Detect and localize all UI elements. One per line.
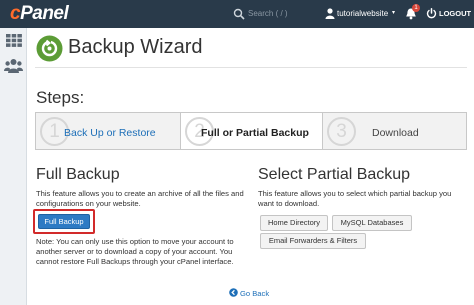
- full-backup-highlight: Full Backup: [33, 209, 95, 234]
- full-backup-button[interactable]: Full Backup: [38, 214, 90, 229]
- title-divider: [35, 67, 467, 68]
- user-icon: [325, 8, 335, 19]
- page-title: Backup Wizard: [68, 36, 203, 58]
- step-full-or-partial-backup: 2 Full or Partial Backup: [180, 113, 323, 149]
- steps-bar: 1 Back Up or Restore 2 Full or Partial B…: [35, 112, 467, 150]
- grid-icon[interactable]: [6, 34, 22, 47]
- search-input[interactable]: Search ( / ): [248, 9, 288, 18]
- step-label[interactable]: Back Up or Restore: [64, 127, 156, 139]
- logo-text: Panel: [20, 3, 69, 24]
- email-forwarders-filters-button[interactable]: Email Forwarders & Filters: [260, 233, 366, 249]
- step-back-up-or-restore[interactable]: 1 Back Up or Restore: [36, 113, 180, 149]
- backup-wizard-icon: [36, 35, 63, 62]
- steps-heading: Steps:: [36, 88, 85, 107]
- step-number: 3: [327, 117, 356, 146]
- search-icon[interactable]: [233, 8, 245, 20]
- partial-backup-description: This feature allows you to select which …: [258, 189, 452, 208]
- back-arrow-icon: [229, 288, 238, 297]
- full-backup-note: Note: You can only use this option to mo…: [36, 237, 234, 266]
- step-download: 3 Download: [323, 113, 466, 149]
- step-label: Full or Partial Backup: [201, 127, 309, 139]
- chevron-down-icon[interactable]: ▾: [392, 9, 395, 16]
- go-back-label[interactable]: Go Back: [240, 289, 269, 298]
- full-backup-description: This feature allows you to create an arc…: [36, 189, 244, 208]
- mysql-databases-button[interactable]: MySQL Databases: [332, 215, 412, 231]
- cpanel-logo[interactable]: cPanel: [10, 3, 69, 25]
- step-label: Download: [372, 127, 419, 139]
- notification-badge: 1: [412, 4, 420, 12]
- user-menu[interactable]: tutorialwebsite: [337, 9, 388, 18]
- go-back-link[interactable]: Go Back: [229, 288, 269, 298]
- partial-backup-heading: Select Partial Backup: [258, 166, 411, 183]
- users-icon[interactable]: [4, 58, 23, 73]
- top-bar: cPanel Search ( / ) tutorialwebsite ▾ 1 …: [0, 0, 474, 28]
- home-directory-button[interactable]: Home Directory: [260, 215, 328, 231]
- logout-link[interactable]: LOGOUT: [439, 9, 471, 18]
- logout-icon[interactable]: [426, 8, 437, 19]
- full-backup-heading: Full Backup: [36, 166, 120, 183]
- left-sidebar: [0, 28, 27, 305]
- logo-c: c: [10, 3, 21, 24]
